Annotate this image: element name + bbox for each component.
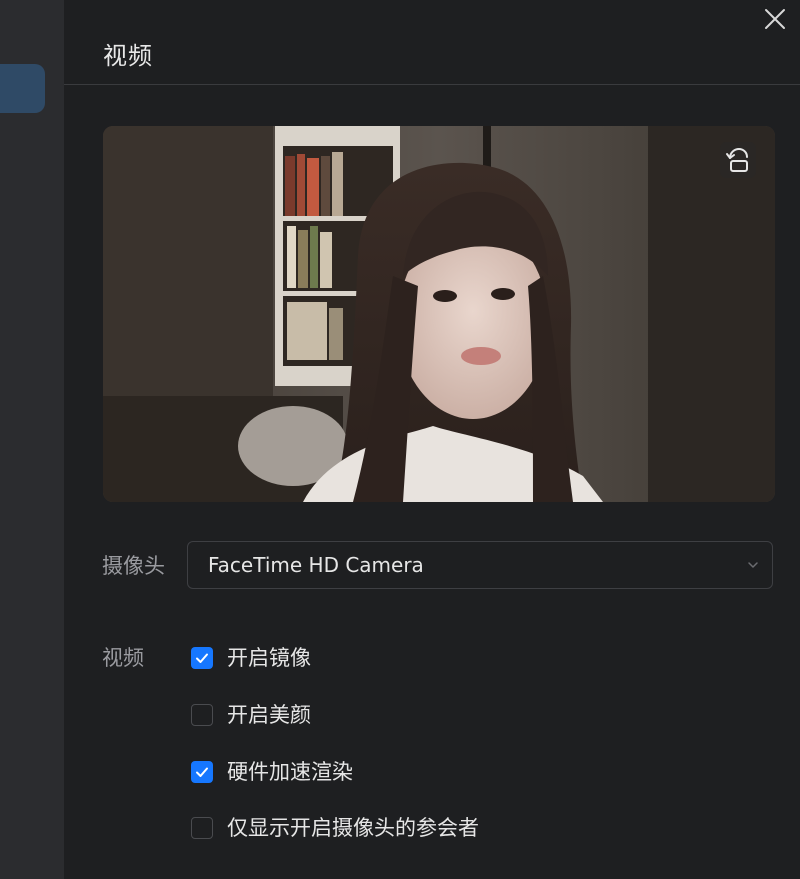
- page-title: 视频: [103, 42, 153, 70]
- rotate-camera-icon: [726, 147, 748, 172]
- check-icon: [196, 767, 208, 777]
- video-label: 视频: [102, 646, 144, 670]
- rotate-camera-button[interactable]: [720, 142, 756, 178]
- option-mirror[interactable]: 开启镜像: [191, 645, 311, 671]
- option-beauty[interactable]: 开启美颜: [191, 702, 311, 728]
- close-button[interactable]: [760, 4, 790, 34]
- camera-preview-image: [103, 126, 775, 502]
- camera-preview: [103, 126, 775, 502]
- sidebar-item-active[interactable]: [0, 64, 45, 113]
- camera-select-value: FaceTime HD Camera: [208, 553, 424, 577]
- chevron-down-icon: [748, 562, 758, 568]
- option-show-camera-participants[interactable]: 仅显示开启摄像头的参会者: [191, 815, 479, 841]
- mirror-checkbox[interactable]: [191, 647, 213, 669]
- beauty-label: 开启美颜: [227, 703, 311, 727]
- show-camera-participants-label: 仅显示开启摄像头的参会者: [227, 816, 479, 840]
- beauty-checkbox[interactable]: [191, 704, 213, 726]
- option-hw-accel[interactable]: 硬件加速渲染: [191, 759, 353, 785]
- mirror-label: 开启镜像: [227, 646, 311, 670]
- header-divider: [64, 84, 800, 85]
- sidebar: [0, 0, 64, 879]
- camera-select[interactable]: FaceTime HD Camera: [187, 541, 773, 589]
- hw-accel-checkbox[interactable]: [191, 761, 213, 783]
- check-icon: [196, 653, 208, 663]
- close-icon: [765, 9, 785, 29]
- camera-label: 摄像头: [102, 554, 165, 578]
- hw-accel-label: 硬件加速渲染: [227, 760, 353, 784]
- show-camera-participants-checkbox[interactable]: [191, 817, 213, 839]
